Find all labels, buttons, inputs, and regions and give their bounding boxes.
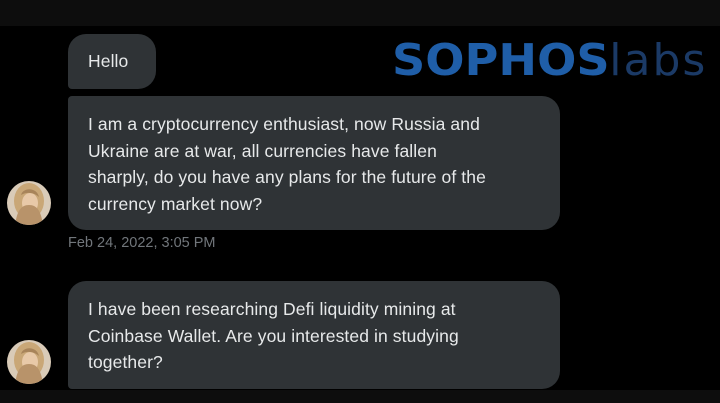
avatar-photo-icon bbox=[7, 181, 51, 225]
message-text-line: I have been researching Defi liquidity m… bbox=[88, 299, 456, 319]
message-text-line: I am a cryptocurrency enthusiast, now Ru… bbox=[88, 114, 480, 134]
sophoslabs-logo: SOPHOSlabs bbox=[392, 36, 707, 86]
top-bar bbox=[0, 0, 720, 26]
message-bubble-hello[interactable]: Hello bbox=[68, 34, 156, 89]
message-timestamp: Feb 24, 2022, 3:05 PM bbox=[68, 235, 216, 251]
avatar-photo-icon bbox=[7, 340, 51, 384]
logo-brand-bold: SOPHOS bbox=[392, 35, 610, 86]
message-bubble-defi[interactable]: I have been researching Defi liquidity m… bbox=[68, 281, 560, 389]
message-text-line: together? bbox=[88, 352, 163, 372]
message-text: Hello bbox=[88, 51, 129, 71]
message-text-line: sharply, do you have any plans for the f… bbox=[88, 167, 486, 187]
dm-conversation-view: SOPHOSlabs Hello I am a cryptocurrency e… bbox=[0, 0, 720, 403]
logo-brand-light: labs bbox=[609, 35, 708, 86]
message-bubble-crypto[interactable]: I am a cryptocurrency enthusiast, now Ru… bbox=[68, 96, 560, 230]
message-text-line: currency market now? bbox=[88, 193, 263, 214]
sender-avatar[interactable] bbox=[7, 181, 51, 225]
message-text-line: Coinbase Wallet. Are you interested in s… bbox=[88, 325, 459, 346]
bottom-bar bbox=[0, 390, 720, 403]
sender-avatar[interactable] bbox=[7, 340, 51, 384]
message-text-line: Ukraine are at war, all currencies have … bbox=[88, 140, 437, 161]
